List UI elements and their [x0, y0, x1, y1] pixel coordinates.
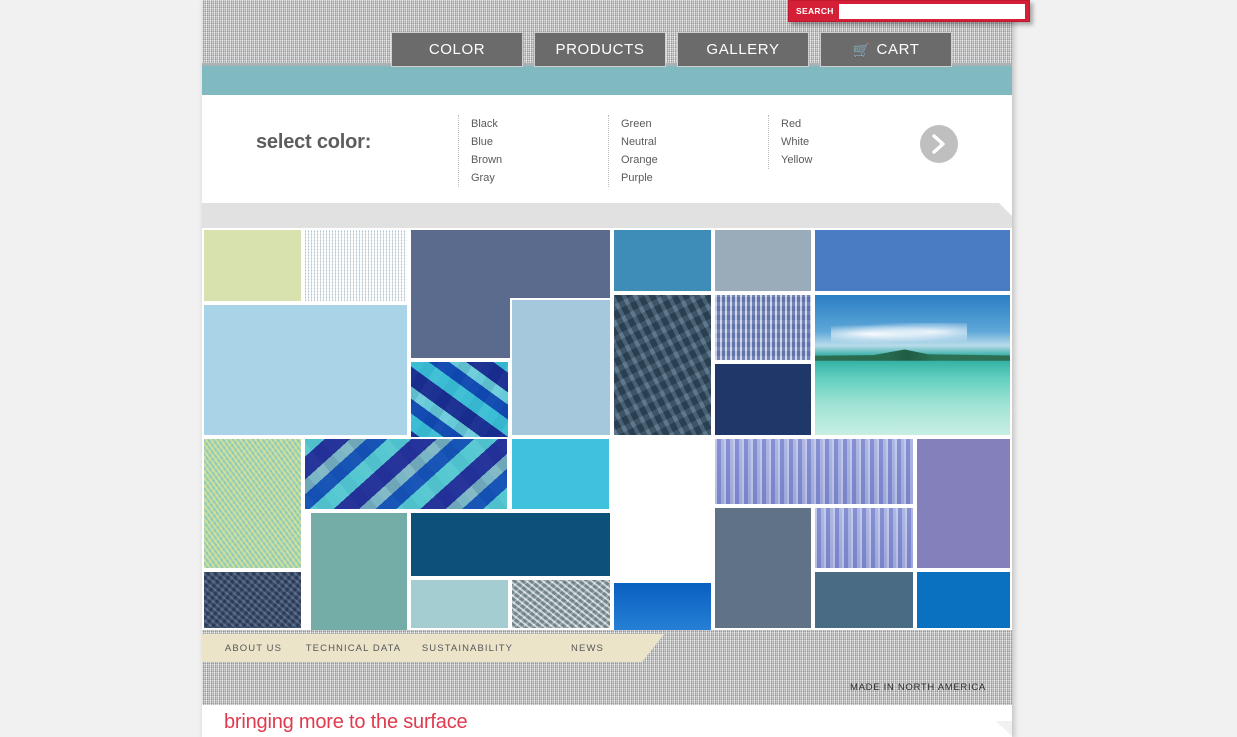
tile-weave-blue[interactable]: [713, 293, 813, 362]
tile-sea-green[interactable]: [309, 511, 409, 630]
color-option-blue[interactable]: Blue: [471, 133, 588, 151]
nav-cart-button[interactable]: 🛒 CART: [820, 32, 952, 67]
color-option-white[interactable]: White: [781, 133, 898, 151]
footer-tab-technical-data[interactable]: TECHNICAL DATA: [284, 634, 424, 662]
nav-color-label: COLOR: [428, 41, 486, 58]
made-in-label: MADE IN NORTH AMERICA: [850, 682, 986, 693]
tile-speck-gray[interactable]: [510, 578, 612, 630]
teal-band: [202, 66, 1012, 95]
tile-speck-green[interactable]: [202, 437, 303, 570]
footer-tab-sustainability[interactable]: SUSTAINABILITY: [402, 634, 534, 662]
footer-tab-label: NEWS: [571, 642, 604, 654]
tile-steel-blue[interactable]: [612, 228, 713, 293]
color-option-red[interactable]: Red: [781, 115, 898, 133]
tile-blue-glass-2[interactable]: [303, 437, 509, 511]
nav-cart-label: CART: [876, 41, 920, 58]
main-nav: COLOR PRODUCTS GALLERY 🛒 CART: [391, 32, 952, 67]
color-option-black[interactable]: Black: [471, 115, 588, 133]
color-mosaic-grid: [202, 228, 1012, 630]
color-option-yellow[interactable]: Yellow: [781, 151, 898, 169]
tile-light-blue-lg[interactable]: [202, 303, 409, 437]
color-option-gray[interactable]: Gray: [471, 169, 588, 187]
divider-band: [202, 203, 1012, 228]
tile-photo-beach[interactable]: [612, 581, 713, 630]
next-arrow-button[interactable]: [920, 125, 958, 163]
tile-slate-gray[interactable]: [713, 506, 813, 630]
nav-gallery-label: GALLERY: [706, 41, 780, 58]
page-title: select color:: [256, 131, 372, 153]
color-selector-panel: select color: Black Blue Brown Gray Green Ne…: [202, 95, 1012, 203]
color-option-neutral[interactable]: Neutral: [621, 133, 738, 151]
tile-brush-blue2[interactable]: [813, 506, 915, 570]
color-option-brown[interactable]: Brown: [471, 151, 588, 169]
tile-marble-navy[interactable]: [612, 293, 713, 437]
footer-tab-label: TECHNICAL DATA: [305, 642, 402, 654]
footer-tab-label: ABOUT US: [224, 642, 283, 654]
tile-pale-green[interactable]: [202, 228, 303, 303]
tile-steel-slate[interactable]: [813, 570, 915, 630]
footer-tab-news[interactable]: NEWS: [512, 634, 664, 662]
tagline-area: bringing more to the surface: [202, 705, 1012, 737]
nav-color-button[interactable]: COLOR: [391, 32, 523, 67]
nav-products-button[interactable]: PRODUCTS: [534, 32, 666, 67]
tile-powder-blue[interactable]: [510, 298, 612, 437]
color-option-orange[interactable]: Orange: [621, 151, 738, 169]
color-column-2: Green Neutral Orange Purple: [608, 115, 738, 187]
tile-bright-blue[interactable]: [915, 570, 1012, 630]
tile-cyan[interactable]: [510, 437, 611, 511]
tile-gray-blue[interactable]: [713, 228, 813, 293]
footer-tab-label: SUSTAINABILITY: [421, 642, 514, 654]
tile-dark-navy[interactable]: [713, 362, 813, 437]
tile-linen-white[interactable]: [303, 228, 409, 303]
color-option-green[interactable]: Green: [621, 115, 738, 133]
color-column-3: Red White Yellow: [768, 115, 898, 169]
tagline: bringing more to the surface: [224, 711, 468, 733]
corner-fold: [996, 721, 1012, 737]
color-column-1: Black Blue Brown Gray: [458, 115, 588, 187]
search-label: SEARCH: [796, 6, 834, 16]
tile-brush-periwink[interactable]: [713, 437, 915, 506]
screen: SEARCH COLOR PRODUCTS GALLERY 🛒 CART select …: [0, 0, 1237, 737]
tile-denim[interactable]: [813, 228, 1012, 293]
tile-speck-navy[interactable]: [202, 570, 303, 630]
color-option-purple[interactable]: Purple: [621, 169, 738, 187]
page-sheet: SEARCH COLOR PRODUCTS GALLERY 🛒 CART select …: [202, 0, 1030, 737]
tile-purple[interactable]: [915, 437, 1012, 570]
nav-gallery-button[interactable]: GALLERY: [677, 32, 809, 67]
cart-icon: 🛒: [852, 41, 871, 58]
nav-products-label: PRODUCTS: [555, 41, 645, 58]
tile-photo-island[interactable]: [813, 293, 1012, 437]
tile-deep-teal[interactable]: [409, 511, 612, 578]
search-input[interactable]: [838, 3, 1025, 19]
search-bar: SEARCH: [788, 0, 1030, 22]
tile-pale-aqua[interactable]: [409, 578, 510, 630]
